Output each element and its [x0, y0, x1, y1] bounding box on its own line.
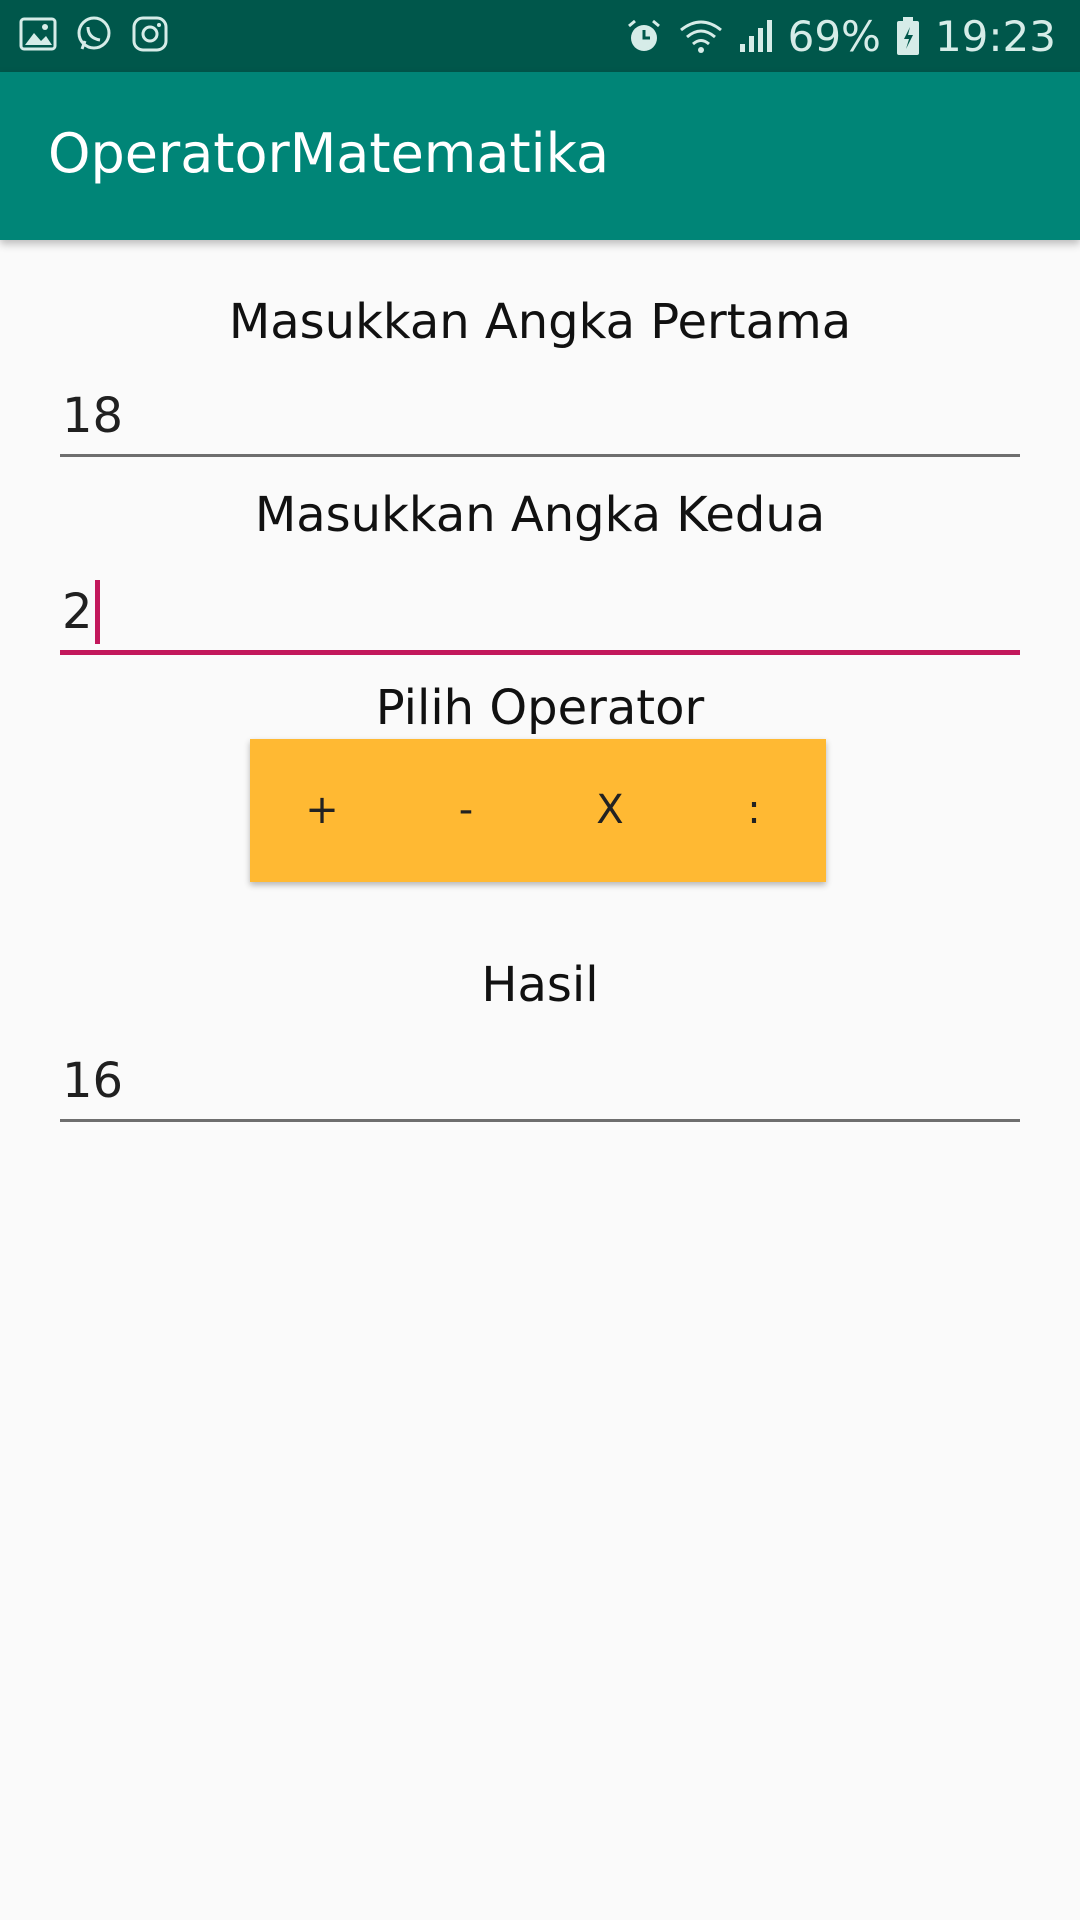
second-number-label: Masukkan Angka Kedua — [254, 487, 826, 543]
app-bar: OperatorMatematika — [0, 72, 1080, 240]
alarm-icon — [624, 16, 664, 56]
second-number-field[interactable]: 2 — [60, 574, 1020, 655]
first-number-label: Masukkan Angka Pertama — [228, 294, 852, 350]
second-number-value: 2 — [62, 584, 93, 640]
gallery-icon — [18, 14, 58, 54]
subtract-button[interactable]: - — [394, 739, 538, 882]
text-cursor — [95, 580, 100, 644]
app-title: OperatorMatematika — [48, 122, 610, 185]
signal-icon — [738, 16, 774, 56]
battery-percentage: 69% — [787, 11, 881, 61]
result-field[interactable]: 16 — [60, 1043, 1020, 1122]
result-value: 16 — [62, 1053, 124, 1109]
clock: 19:23 — [934, 11, 1056, 61]
notification-icons — [18, 14, 170, 54]
first-number-value: 18 — [62, 388, 124, 444]
multiply-button[interactable]: X — [538, 739, 682, 882]
status-bar: 69% 19:23 — [0, 0, 1080, 72]
wifi-icon — [678, 16, 724, 56]
result-label: Hasil — [481, 957, 599, 1013]
operator-label: Pilih Operator — [375, 680, 705, 736]
battery-icon — [895, 15, 921, 57]
system-status: 69% 19:23 — [624, 8, 1056, 64]
first-number-field[interactable]: 18 — [60, 378, 1020, 457]
operator-buttons: + - X : — [250, 739, 826, 882]
add-button[interactable]: + — [250, 739, 394, 882]
whatsapp-icon — [74, 14, 114, 54]
divide-button[interactable]: : — [682, 739, 826, 882]
instagram-icon — [130, 14, 170, 54]
